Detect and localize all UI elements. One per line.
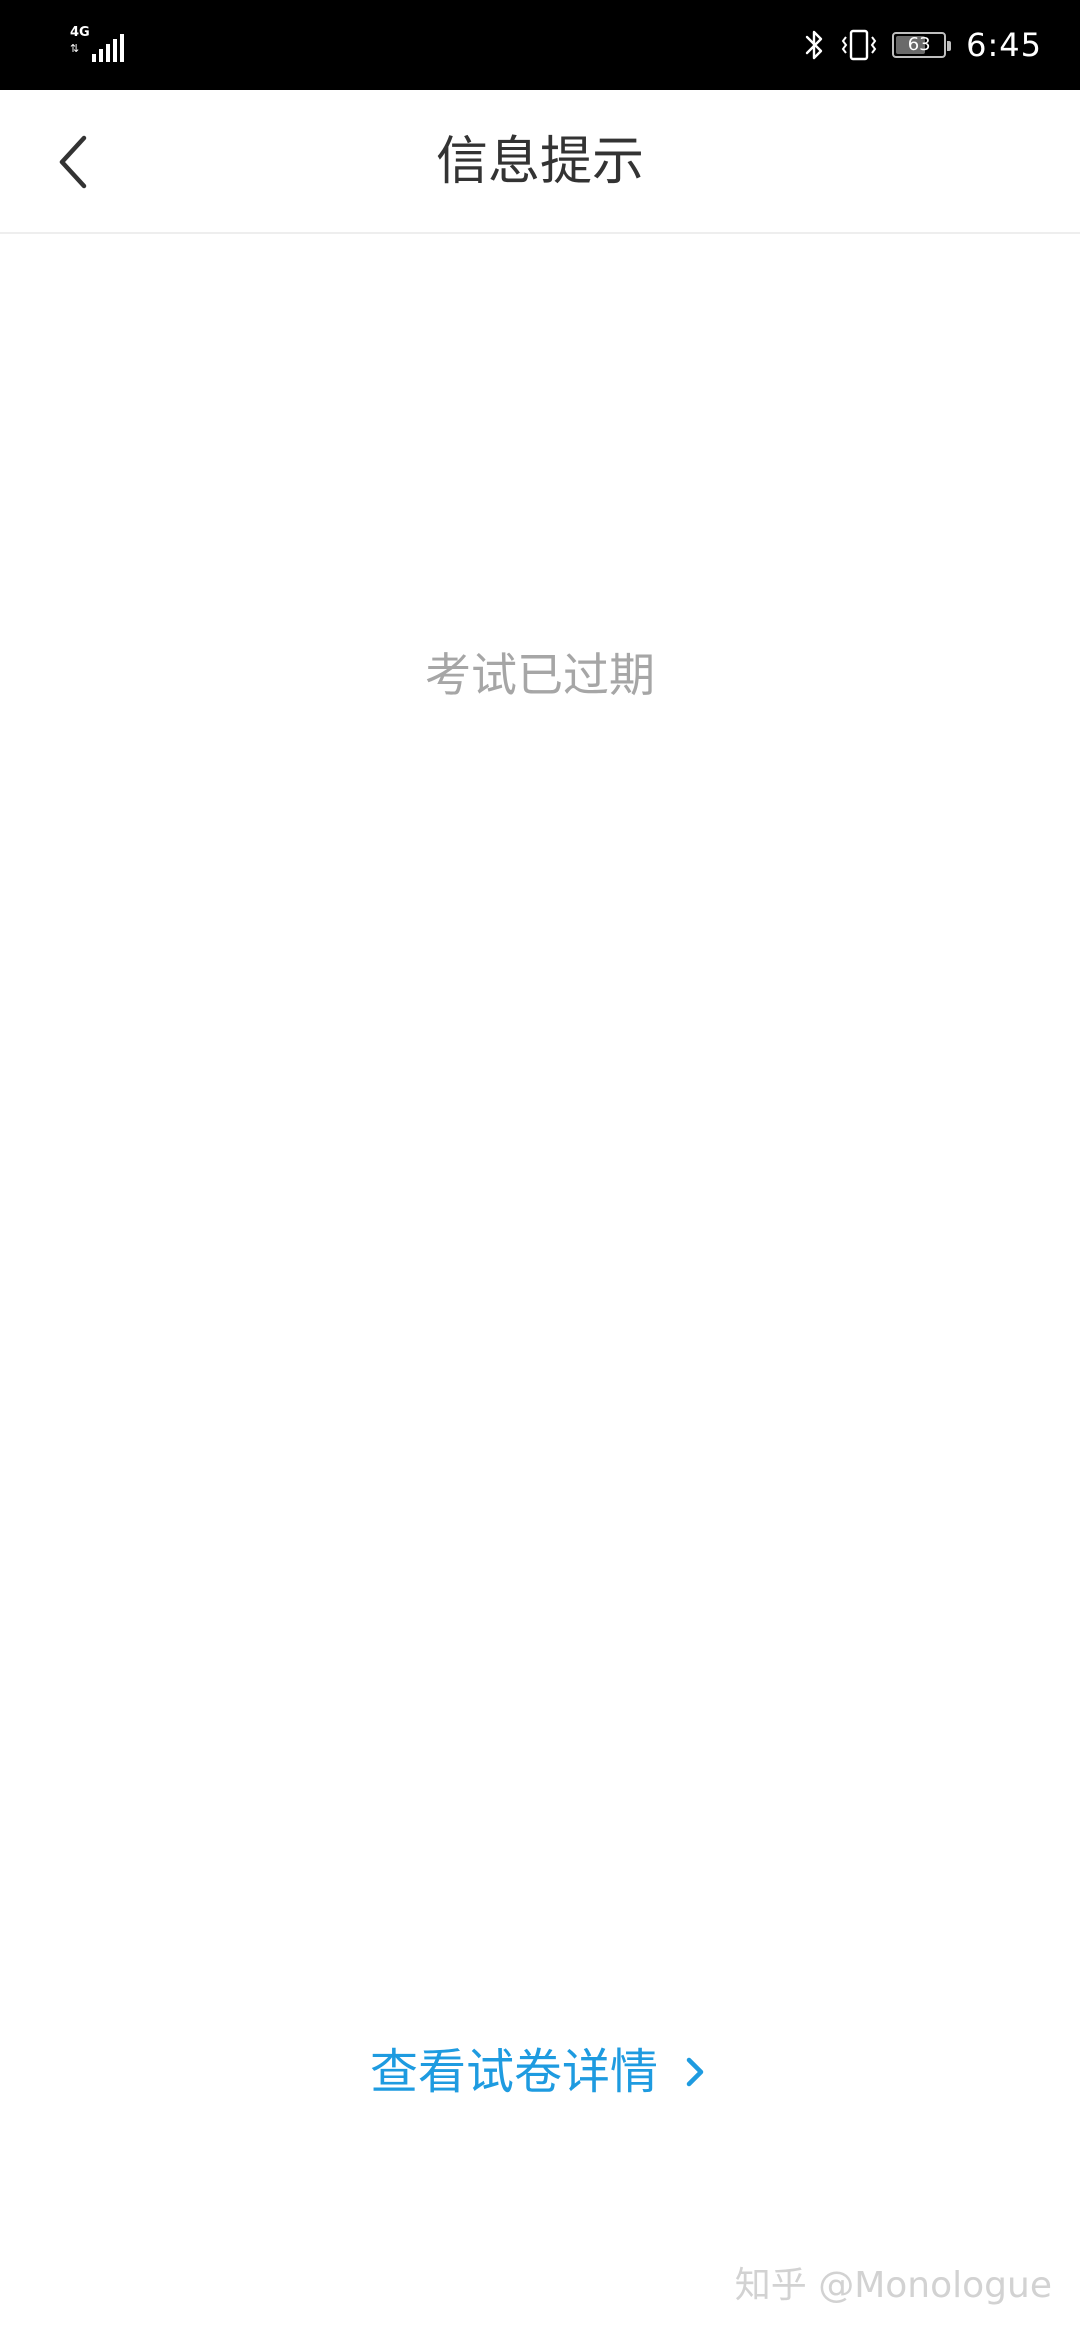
battery-icon: 63 — [892, 32, 952, 58]
page-title: 信息提示 — [435, 132, 644, 192]
network-type: 4G — [70, 25, 90, 40]
view-exam-details-link[interactable]: 查看试卷详情 — [0, 2042, 1080, 2102]
chevron-right-icon — [686, 2057, 704, 2087]
signal-bars-icon — [92, 34, 124, 62]
watermark: 知乎 @Monologue — [734, 2265, 1052, 2306]
nav-bar: 信息提示 — [0, 90, 1080, 234]
vibrate-icon — [841, 29, 877, 61]
battery-percent: 63 — [907, 34, 931, 55]
bluetooth-icon — [805, 30, 823, 60]
status-bar: 4G ⇅ 63 6:45 — [0, 0, 1080, 90]
status-icons: 63 6:45 — [804, 20, 1042, 70]
data-activity-icon: ⇅ — [70, 42, 80, 55]
status-message: 考试已过期 — [425, 648, 655, 702]
status-time: 6:45 — [966, 26, 1042, 64]
view-exam-details-label: 查看试卷详情 — [369, 2044, 658, 2100]
screen: 4G ⇅ 63 6:45 信息提示 考试已过期 查看试卷详情 知乎 @Monol… — [0, 0, 1080, 2340]
signal-icon: 4G ⇅ — [68, 26, 128, 62]
